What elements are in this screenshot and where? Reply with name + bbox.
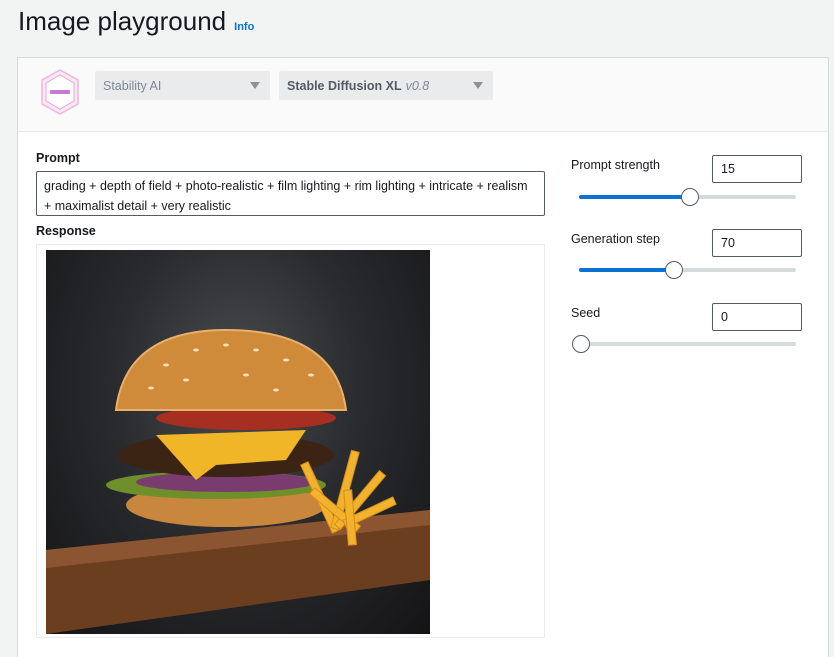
- chevron-down-icon: [250, 82, 260, 89]
- generation-step-input[interactable]: 70: [712, 229, 802, 257]
- provider-select[interactable]: Stability AI: [95, 71, 270, 100]
- model-select[interactable]: Stable Diffusion XL v0.8: [279, 71, 493, 100]
- seed-label: Seed: [571, 306, 601, 320]
- playground-panel: Stability AI Stable Diffusion XL v0.8 Pr…: [17, 57, 829, 657]
- slider-thumb[interactable]: [681, 188, 699, 206]
- chevron-down-icon: [473, 82, 483, 89]
- slider-thumb[interactable]: [572, 335, 590, 353]
- page-header: Image playground Info: [18, 6, 254, 37]
- response-panel: [36, 244, 545, 638]
- prompt-input[interactable]: grading + depth of field + photo-realist…: [36, 171, 545, 216]
- generation-step-slider[interactable]: [579, 261, 796, 279]
- prompt-strength-input[interactable]: 15: [712, 155, 802, 183]
- model-selector-bar: Stability AI Stable Diffusion XL v0.8: [18, 58, 828, 132]
- slider-track: [579, 342, 796, 346]
- response-label: Response: [36, 224, 96, 238]
- seed-slider[interactable]: [572, 335, 796, 353]
- prompt-label: Prompt: [36, 151, 80, 165]
- prompt-strength-slider[interactable]: [579, 188, 796, 206]
- prompt-strength-label: Prompt strength: [571, 158, 660, 172]
- slider-fill: [579, 268, 674, 272]
- burger-illustration: [46, 328, 430, 634]
- model-version: v0.8: [405, 78, 430, 93]
- info-link[interactable]: Info: [234, 21, 254, 33]
- slider-thumb[interactable]: [665, 261, 683, 279]
- generation-step-label: Generation step: [571, 232, 660, 246]
- model-select-value: Stable Diffusion XL: [287, 78, 402, 93]
- page-title: Image playground: [18, 6, 227, 36]
- provider-select-value: Stability AI: [103, 78, 162, 93]
- generated-burger-image: [46, 250, 430, 634]
- stability-ai-logo-icon: [41, 69, 79, 115]
- slider-fill: [579, 195, 690, 199]
- seed-input[interactable]: 0: [712, 303, 802, 331]
